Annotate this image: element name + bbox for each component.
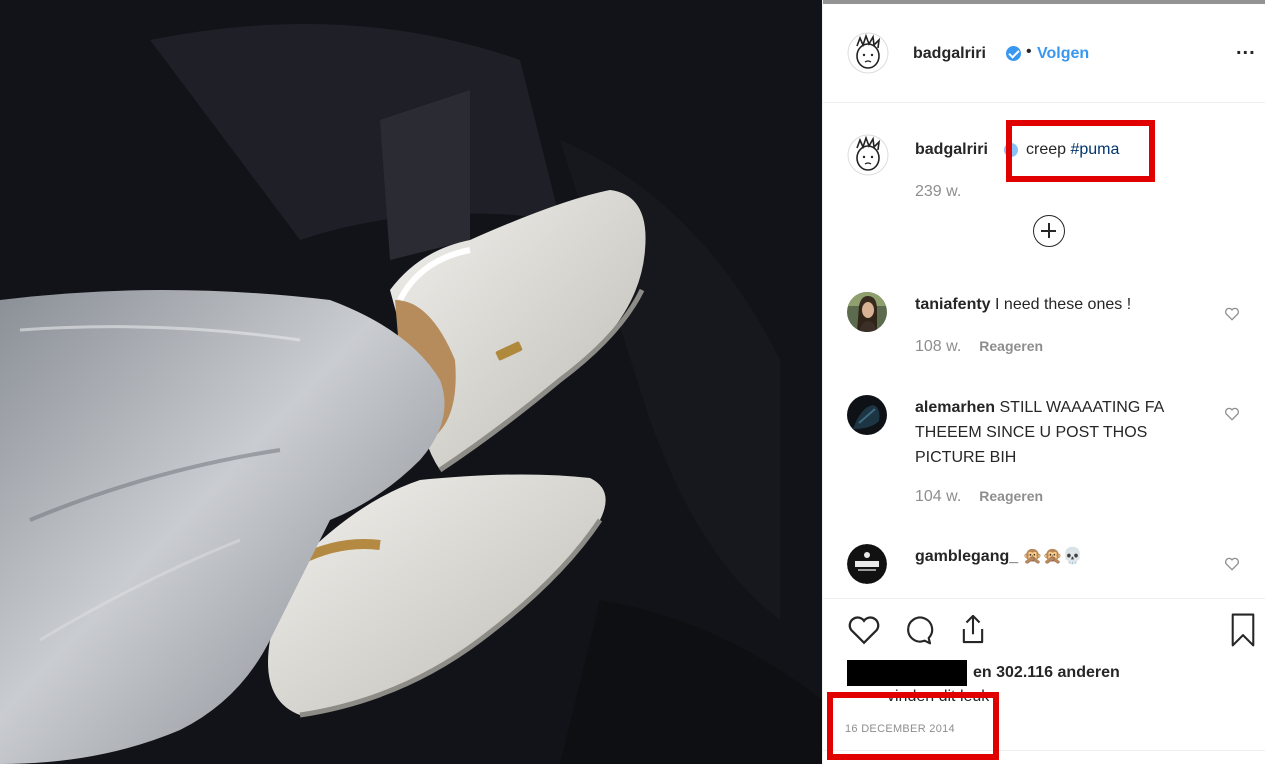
likes-count[interactable]: en 302.116 anderen xyxy=(973,664,1120,681)
comment-text: alemarhen STILL WAAAATING FA THEEEM SINC… xyxy=(915,395,1205,470)
post-author-username[interactable]: badgalriri xyxy=(913,45,986,63)
heart-icon[interactable] xyxy=(1224,557,1240,571)
comment-icon[interactable] xyxy=(901,614,935,646)
comment-text: gamblegang_ 🙊🙊💀 xyxy=(915,544,1205,569)
reply-button[interactable]: Reageren xyxy=(979,488,1043,504)
avatar[interactable] xyxy=(847,395,887,435)
heart-icon[interactable] xyxy=(1224,307,1240,321)
post-photo[interactable] xyxy=(0,0,822,764)
comment-body: I need these ones ! xyxy=(995,296,1132,313)
caption-highlight-box xyxy=(1006,120,1155,182)
post-sidebar: badgalriri • Volgen ... badgalriri creep… xyxy=(822,0,1265,764)
comment-meta: 104 w. Reageren xyxy=(915,488,1043,506)
avatar[interactable] xyxy=(847,544,887,584)
likes-summary: en 302.116 anderen xyxy=(847,660,1120,686)
photo-artwork xyxy=(0,0,822,764)
redacted-username xyxy=(847,660,967,686)
bookmark-icon[interactable] xyxy=(1230,612,1256,648)
post-header: badgalriri • Volgen ... xyxy=(823,0,1265,103)
reply-button[interactable]: Reageren xyxy=(979,338,1043,354)
caption-username[interactable]: badgalriri xyxy=(915,141,988,159)
comment-username[interactable]: alemarhen xyxy=(915,399,995,416)
date-highlight-box xyxy=(827,692,999,760)
profile-photo-icon xyxy=(847,395,887,435)
heart-icon[interactable] xyxy=(1224,407,1240,421)
profile-photo-icon xyxy=(847,292,887,332)
caption-time[interactable]: 239 w. xyxy=(915,183,961,201)
avatar[interactable] xyxy=(847,134,889,176)
follow-button[interactable]: Volgen xyxy=(1037,45,1089,63)
comment-text: taniafenty I need these ones ! xyxy=(915,292,1205,317)
comment-time[interactable]: 104 w. xyxy=(915,488,961,505)
share-icon[interactable] xyxy=(957,612,989,646)
comment-username[interactable]: gamblegang_ xyxy=(915,548,1018,565)
verified-badge-icon xyxy=(1006,46,1021,61)
cartoon-face-icon xyxy=(847,32,889,74)
more-options-icon[interactable]: ... xyxy=(1236,37,1256,60)
comment-body: 🙊🙊💀 xyxy=(1022,548,1083,565)
heart-icon[interactable] xyxy=(847,614,881,646)
comment-meta: 108 w. Reageren xyxy=(915,338,1043,356)
separator-dot: • xyxy=(1026,43,1032,60)
divider xyxy=(823,598,1265,599)
load-more-icon[interactable] xyxy=(1033,215,1065,247)
gamblegang-logo-icon xyxy=(847,544,887,584)
avatar[interactable] xyxy=(847,292,887,332)
comment-time[interactable]: 108 w. xyxy=(915,338,961,355)
cartoon-face-icon xyxy=(847,134,889,176)
avatar[interactable] xyxy=(847,32,889,74)
comment-username[interactable]: taniafenty xyxy=(915,296,991,313)
